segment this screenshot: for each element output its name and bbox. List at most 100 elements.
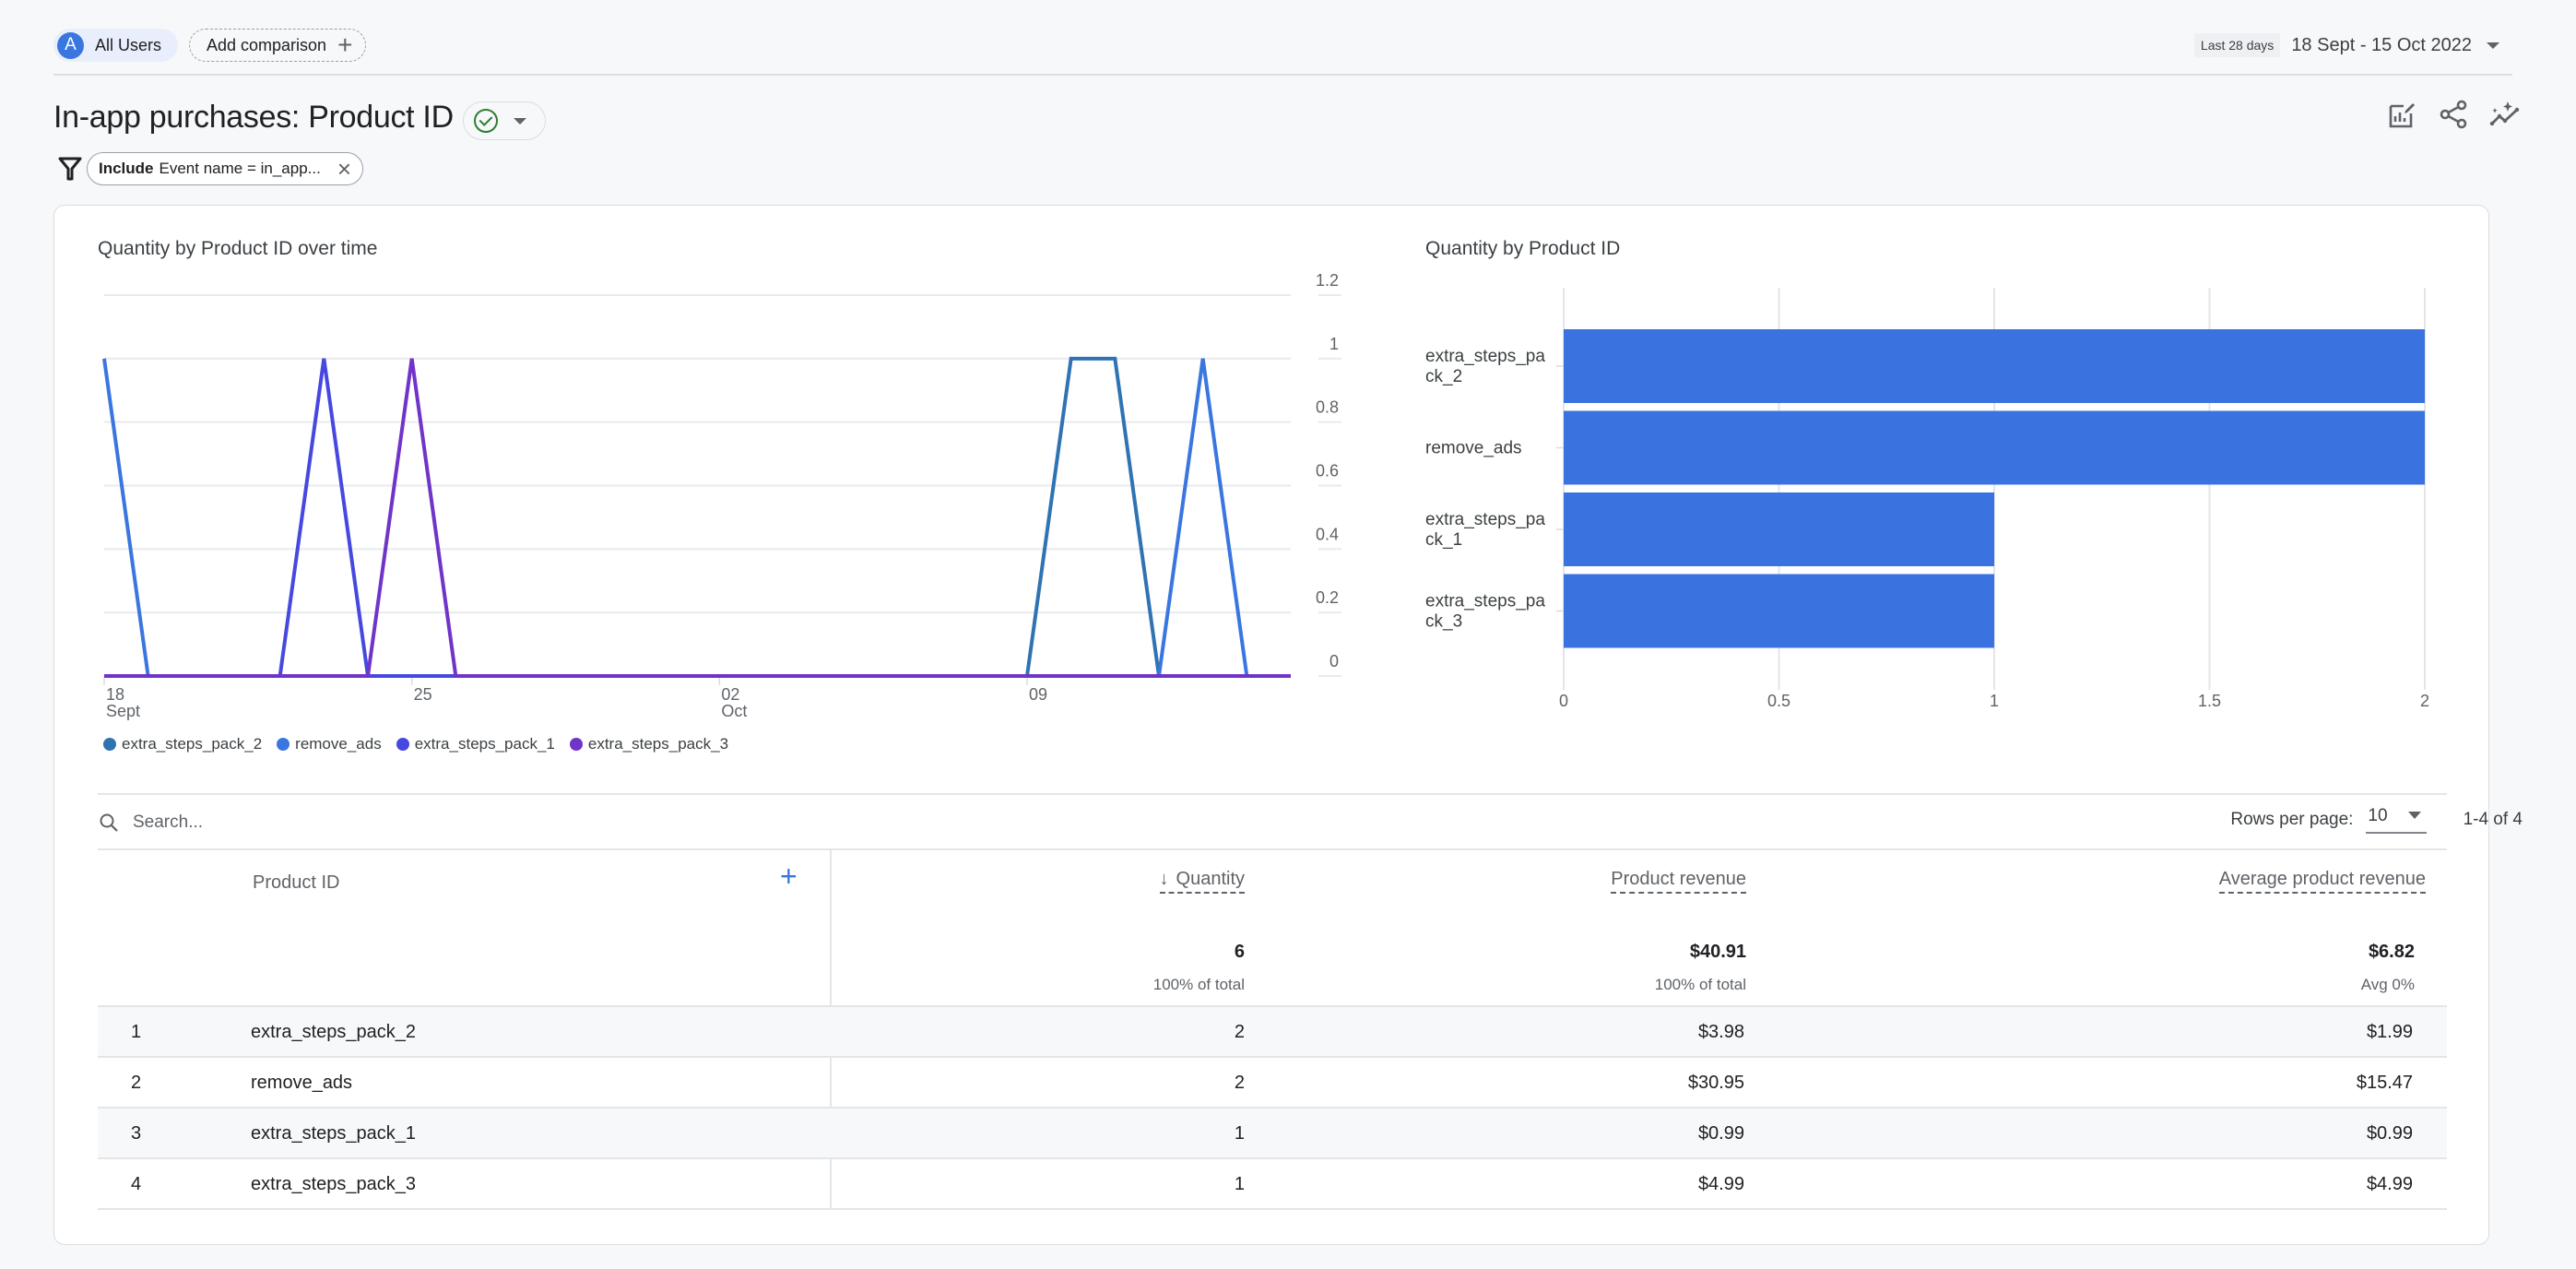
legend-item[interactable]: remove_ads bbox=[277, 735, 382, 753]
row-product-id: extra_steps_pack_3 bbox=[251, 1174, 417, 1194]
row-revenue: $3.98 bbox=[1697, 1022, 1744, 1042]
column-header-average-product-revenue[interactable]: Average product revenue bbox=[2218, 869, 2426, 894]
x-tick-month-label: Sept bbox=[106, 702, 140, 720]
bar-extra_steps_pack_2 bbox=[1564, 329, 2425, 403]
table-row[interactable]: 3 extra_steps_pack_1 1 $0.99 $0.99 bbox=[98, 1109, 2447, 1159]
table-row[interactable]: 4 extra_steps_pack_3 1 $4.99 $4.99 bbox=[98, 1159, 2447, 1210]
row-quantity: 1 bbox=[1234, 1174, 1245, 1194]
row-index: 1 bbox=[131, 1022, 142, 1042]
y-tick-label: 0.2 bbox=[1316, 588, 1339, 607]
row-revenue: $30.95 bbox=[1687, 1073, 1744, 1093]
total-revenue: $40.91 100% of total bbox=[1655, 942, 1746, 994]
add-dimension-button[interactable]: + bbox=[780, 861, 798, 891]
y-tick-label: 1 bbox=[1329, 335, 1339, 353]
line-chart-legend: extra_steps_pack_2 remove_ads extra_steps_… bbox=[103, 735, 728, 753]
total-quantity-sub: 100% of total bbox=[1152, 976, 1245, 993]
legend-dot-icon bbox=[103, 738, 116, 751]
search-icon bbox=[100, 813, 118, 832]
x-tick-label: 18 bbox=[106, 685, 124, 704]
y-tick-label: ck_2 bbox=[1425, 367, 1462, 386]
x-tick-label: 1 bbox=[1990, 692, 1999, 710]
divider bbox=[98, 793, 2447, 795]
table-search[interactable] bbox=[98, 806, 928, 839]
column-header-quantity[interactable]: ↓ Quantity bbox=[1159, 869, 1245, 894]
x-tick-label: 1.5 bbox=[2198, 692, 2221, 710]
x-tick-label: 0.5 bbox=[1767, 692, 1790, 710]
y-tick-label: 1.2 bbox=[1316, 271, 1339, 290]
total-quantity: 6 100% of total bbox=[1153, 942, 1245, 994]
search-input[interactable] bbox=[133, 812, 686, 833]
total-quantity-value: 6 bbox=[1234, 942, 1245, 962]
pagination: Rows per page: 10 1-4 of 4 bbox=[2230, 806, 2523, 834]
x-tick-label: 2 bbox=[2420, 692, 2429, 710]
total-revenue-value: $40.91 bbox=[1689, 942, 1746, 962]
row-avg-revenue: $15.47 bbox=[2356, 1073, 2413, 1093]
insights-button[interactable] bbox=[2489, 99, 2521, 130]
bar-extra_steps_pack_3 bbox=[1564, 574, 1994, 648]
row-index: 4 bbox=[131, 1174, 142, 1194]
total-avg-revenue-value: $6.82 bbox=[2368, 942, 2415, 962]
series-line-remove_ads bbox=[102, 358, 1291, 678]
legend-item[interactable]: extra_steps_pack_3 bbox=[569, 735, 729, 753]
legend-label: extra_steps_pack_2 bbox=[122, 735, 263, 753]
y-tick-label: ck_1 bbox=[1425, 530, 1462, 550]
legend-item[interactable]: extra_steps_pack_1 bbox=[396, 735, 555, 753]
y-tick-label: 0.8 bbox=[1316, 398, 1339, 417]
row-avg-revenue: $4.99 bbox=[2366, 1174, 2413, 1194]
x-tick-label: 25 bbox=[414, 685, 432, 704]
total-avg-revenue: $6.82 Avg 0% bbox=[2361, 942, 2415, 994]
legend-label: extra_steps_pack_1 bbox=[414, 735, 555, 753]
x-tick-month-label: Oct bbox=[721, 702, 747, 720]
row-product-id: extra_steps_pack_1 bbox=[251, 1123, 417, 1144]
y-tick-label: extra_steps_pa bbox=[1425, 510, 1545, 529]
row-index: 2 bbox=[131, 1073, 142, 1093]
total-avg-revenue-sub: Avg 0% bbox=[2360, 976, 2415, 993]
y-tick-label: 0.4 bbox=[1316, 525, 1339, 543]
bar-remove_ads bbox=[1564, 410, 2425, 485]
line-chart: 0 0.2 0.4 0.6 0.8 1 1.2 18Sept 25 02Oct 09 bbox=[102, 271, 1341, 720]
series-line-extra_steps_pack_3 bbox=[104, 358, 1291, 678]
row-avg-revenue: $1.99 bbox=[2366, 1022, 2413, 1042]
row-product-id: remove_ads bbox=[251, 1073, 353, 1093]
legend-dot-icon bbox=[569, 738, 583, 751]
y-tick-label: remove_ads bbox=[1425, 439, 1522, 458]
divider bbox=[98, 848, 2447, 850]
x-tick-label: 0 bbox=[1559, 692, 1568, 710]
column-header-product-id[interactable]: Product ID bbox=[253, 872, 339, 894]
x-tick-label: 02 bbox=[721, 685, 739, 704]
legend-label: extra_steps_pack_3 bbox=[587, 735, 729, 753]
insights-icon bbox=[2489, 101, 2520, 126]
row-index: 3 bbox=[131, 1123, 142, 1144]
column-header-label: Quantity bbox=[1176, 869, 1245, 889]
series-line-extra_steps_pack_2 bbox=[104, 356, 1291, 678]
y-tick-label: 0.6 bbox=[1316, 462, 1339, 480]
x-tick-label: 09 bbox=[1029, 685, 1047, 704]
legend-label: remove_ads bbox=[295, 735, 382, 753]
y-tick-label: ck_3 bbox=[1425, 612, 1462, 632]
rows-per-page-select[interactable]: 10 bbox=[2366, 806, 2427, 834]
row-revenue: $4.99 bbox=[1697, 1174, 1744, 1194]
dropdown-caret-icon bbox=[2407, 812, 2421, 819]
bar-chart: 0 0.5 1 1.5 2extra_steps_pack_2remove_adsext… bbox=[1425, 288, 2429, 710]
rows-per-page-value: 10 bbox=[2368, 806, 2388, 825]
table-row[interactable]: 1 extra_steps_pack_2 2 $3.98 $1.99 bbox=[98, 1007, 2447, 1058]
row-revenue: $0.99 bbox=[1697, 1123, 1744, 1144]
table-row[interactable]: 2 remove_ads 2 $30.95 $15.47 bbox=[98, 1058, 2447, 1109]
row-quantity: 2 bbox=[1234, 1022, 1245, 1042]
row-avg-revenue: $0.99 bbox=[2366, 1123, 2413, 1144]
row-quantity: 2 bbox=[1234, 1073, 1245, 1093]
row-product-id: extra_steps_pack_2 bbox=[251, 1022, 417, 1042]
y-tick-label: 0 bbox=[1329, 652, 1339, 670]
y-tick-label: extra_steps_pa bbox=[1425, 347, 1545, 366]
column-header-product-revenue[interactable]: Product revenue bbox=[1611, 869, 1746, 894]
series-line-extra_steps_pack_1 bbox=[104, 358, 1291, 678]
y-tick-label: extra_steps_pa bbox=[1425, 592, 1545, 611]
row-quantity: 1 bbox=[1234, 1123, 1245, 1144]
sort-descending-icon: ↓ bbox=[1159, 869, 1169, 889]
rows-per-page-label: Rows per page: bbox=[2230, 810, 2354, 829]
page-count: 1-4 of 4 bbox=[2463, 810, 2523, 829]
legend-dot-icon bbox=[277, 738, 290, 751]
bar-extra_steps_pack_1 bbox=[1564, 492, 1994, 566]
legend-dot-icon bbox=[396, 738, 409, 751]
legend-item[interactable]: extra_steps_pack_2 bbox=[103, 735, 262, 753]
